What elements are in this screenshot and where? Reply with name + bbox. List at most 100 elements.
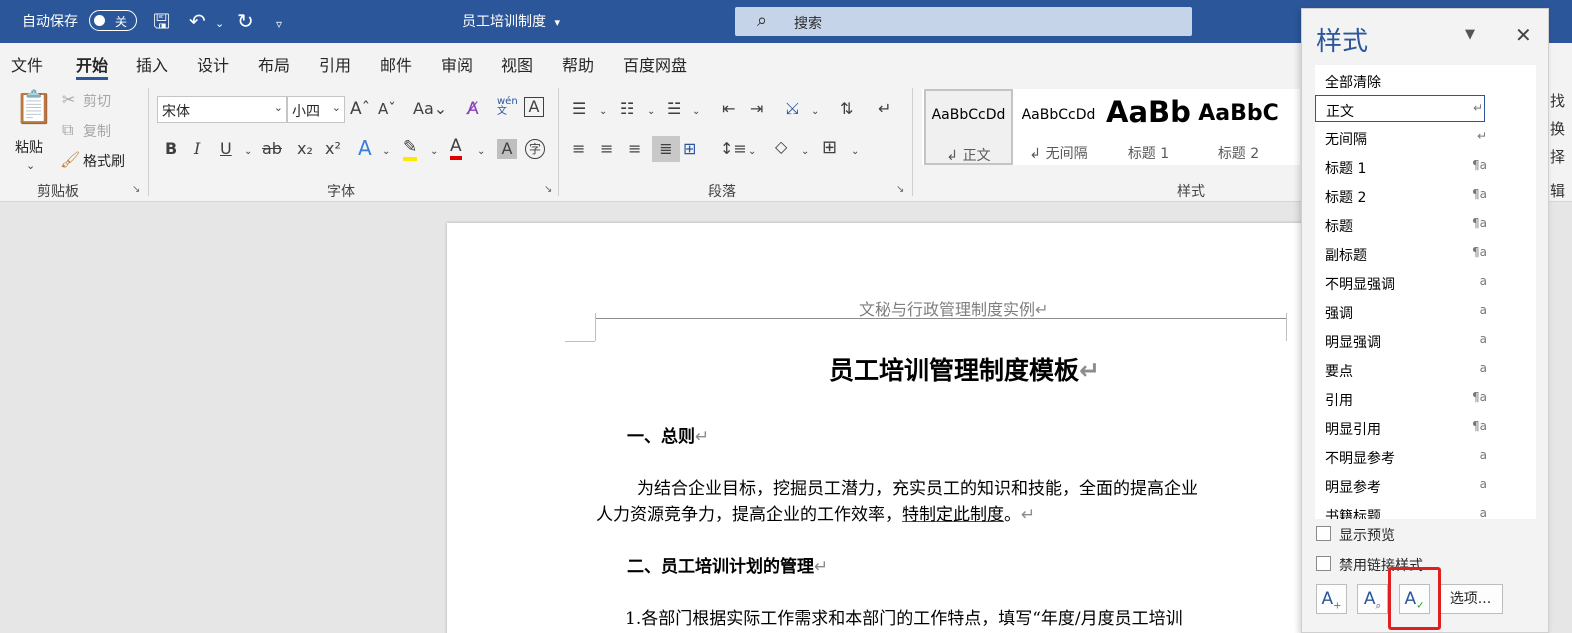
document-title[interactable]: 员工培训制度 ▾ bbox=[462, 11, 560, 31]
underline-icon[interactable]: U bbox=[220, 139, 232, 159]
chevron-down-icon[interactable]: ⌄ bbox=[748, 142, 756, 162]
line-spacing-icon[interactable]: ↕≡ bbox=[720, 139, 747, 159]
style-item-subtitle[interactable]: 副标题 ¶a bbox=[1315, 240, 1536, 267]
style-item-intense-emphasis[interactable]: 明显强调 a bbox=[1315, 327, 1536, 354]
increase-indent-icon[interactable]: ⇥ bbox=[750, 99, 763, 119]
numbering-icon[interactable]: ☷ bbox=[620, 99, 634, 119]
character-shading-icon[interactable]: A bbox=[497, 139, 517, 159]
show-preview-checkbox[interactable] bbox=[1316, 526, 1331, 541]
format-painter-icon[interactable]: 🖌 bbox=[60, 150, 80, 170]
style-item-intense-reference[interactable]: 明显参考 a bbox=[1315, 472, 1536, 499]
tab-review[interactable]: 审阅 bbox=[441, 52, 473, 76]
chevron-down-icon[interactable]: ⌄ bbox=[647, 102, 655, 122]
style-item-subtle-emphasis[interactable]: 不明显强调 a bbox=[1315, 269, 1536, 296]
options-button[interactable]: 选项... bbox=[1438, 584, 1503, 614]
pane-options-dropdown-icon[interactable]: ▼ bbox=[1465, 27, 1475, 42]
text-direction-icon[interactable]: ⤩ bbox=[786, 99, 799, 119]
tab-home[interactable]: 开始 bbox=[76, 52, 109, 80]
page-header-text[interactable]: 文秘与行政管理制度实例↵ bbox=[859, 296, 1048, 320]
tab-insert[interactable]: 插入 bbox=[136, 52, 168, 76]
font-launcher-icon[interactable]: ↘ bbox=[544, 184, 552, 195]
editing-replace-clipped[interactable]: 换 bbox=[1550, 118, 1565, 139]
highlight-icon[interactable]: ✎ bbox=[403, 137, 418, 161]
disable-linked-styles-checkbox[interactable] bbox=[1316, 556, 1331, 571]
document-page[interactable]: 文秘与行政管理制度实例↵ 员工培训管理制度模板↵ 一、总则↵ 为结合企业目标，挖… bbox=[447, 223, 1307, 633]
paragraph-launcher-icon[interactable]: ↘ bbox=[896, 184, 904, 195]
body-paragraph-line[interactable]: 人力资源竞争力，提高企业的工作效率，特制定此制度。↵ bbox=[596, 500, 1035, 525]
gallery-style-heading-1[interactable]: AaBb 标题 1 bbox=[1104, 89, 1193, 165]
tab-file[interactable]: 文件 bbox=[11, 52, 43, 76]
format-painter-button[interactable]: 格式刷 bbox=[83, 151, 125, 171]
tab-help[interactable]: 帮助 bbox=[562, 52, 594, 76]
bullets-icon[interactable]: ☰ bbox=[572, 99, 586, 119]
style-inspector-button[interactable]: A⌕ bbox=[1357, 584, 1388, 614]
enclose-character-icon[interactable]: 字 bbox=[525, 139, 545, 159]
style-item-no-spacing[interactable]: 无间隔 ↵ bbox=[1315, 124, 1536, 151]
chevron-down-icon[interactable]: ⌄ bbox=[382, 142, 390, 162]
customize-toolbar-icon[interactable]: ▿ bbox=[276, 12, 282, 36]
italic-icon[interactable]: I bbox=[194, 139, 200, 159]
cut-button[interactable]: 剪切 bbox=[83, 91, 111, 111]
align-center-icon[interactable]: ≡ bbox=[600, 139, 613, 159]
editing-select-clipped[interactable]: 择 bbox=[1550, 146, 1565, 167]
chevron-down-icon[interactable]: ⌄ bbox=[599, 102, 607, 122]
style-item-book-title[interactable]: 书籍标题 a bbox=[1315, 501, 1536, 519]
undo-dropdown-icon[interactable]: ⌄ bbox=[215, 12, 224, 36]
gallery-style-heading-2[interactable]: AaBbC 标题 2 bbox=[1194, 89, 1283, 165]
section-heading-2[interactable]: 二、员工培训计划的管理↵ bbox=[627, 552, 828, 577]
style-item-heading-2[interactable]: 标题 2 ¶a bbox=[1315, 182, 1536, 209]
strikethrough-icon[interactable]: ab bbox=[262, 139, 282, 159]
tab-layout[interactable]: 布局 bbox=[258, 52, 290, 76]
chevron-down-icon[interactable]: ⌄ bbox=[430, 142, 438, 162]
align-right-icon[interactable]: ≡ bbox=[628, 139, 641, 159]
search-box[interactable]: ⌕ 搜索 bbox=[735, 7, 1192, 36]
chevron-down-icon[interactable]: ⌄ bbox=[692, 102, 700, 122]
decrease-indent-icon[interactable]: ⇤ bbox=[722, 99, 735, 119]
character-border-icon[interactable]: A bbox=[524, 97, 544, 117]
subscript-icon[interactable]: x₂ bbox=[297, 139, 313, 159]
distributed-icon[interactable]: ⊞ bbox=[683, 139, 696, 159]
chevron-down-icon[interactable]: ⌄ bbox=[851, 142, 859, 162]
grow-font-icon[interactable]: Aˆ bbox=[350, 99, 370, 119]
font-size-combo[interactable]: 小四 ⌄ bbox=[287, 96, 345, 123]
tab-references[interactable]: 引用 bbox=[319, 52, 351, 76]
text-effects-icon[interactable]: A bbox=[358, 138, 372, 158]
save-icon[interactable]: 🖫 bbox=[153, 9, 170, 33]
paste-button[interactable]: 📋 粘贴 ⌄ bbox=[12, 88, 54, 172]
tab-mailings[interactable]: 邮件 bbox=[380, 52, 412, 76]
chevron-down-icon[interactable]: ⌄ bbox=[811, 102, 819, 122]
font-name-combo[interactable]: 宋体 ⌄ bbox=[157, 96, 287, 123]
body-paragraph-line[interactable]: 1.各部门根据实际工作需求和本部门的工作特点，填写“年度/月度员工培训 bbox=[625, 604, 1183, 629]
sort-icon[interactable]: ⇅ bbox=[840, 99, 853, 119]
autosave-toggle[interactable]: 关 bbox=[89, 10, 137, 31]
tab-baidu-netdisk[interactable]: 百度网盘 bbox=[623, 52, 687, 76]
style-item-title[interactable]: 标题 ¶a bbox=[1315, 211, 1536, 238]
bold-icon[interactable]: B bbox=[165, 139, 177, 159]
gallery-style-no-spacing[interactable]: AaBbCcDd ↲ 无间隔 bbox=[1014, 89, 1103, 165]
shrink-font-icon[interactable]: Aˇ bbox=[378, 99, 396, 119]
borders-icon[interactable]: ⊞ bbox=[822, 138, 837, 158]
close-icon[interactable]: ✕ bbox=[1515, 23, 1532, 47]
tab-design[interactable]: 设计 bbox=[197, 52, 229, 76]
gallery-style-normal[interactable]: AaBbCcDd ↲ 正文 bbox=[924, 89, 1013, 165]
clipboard-launcher-icon[interactable]: ↘ bbox=[132, 184, 140, 195]
new-style-button[interactable]: A+ bbox=[1316, 584, 1347, 614]
multilevel-list-icon[interactable]: ☱ bbox=[667, 99, 681, 119]
document-title-heading[interactable]: 员工培训管理制度模板↵ bbox=[829, 351, 1100, 387]
chevron-down-icon[interactable]: ⌄ bbox=[801, 142, 809, 162]
style-item-heading-1[interactable]: 标题 1 ¶a bbox=[1315, 153, 1536, 180]
redo-icon[interactable]: ↻ bbox=[237, 9, 254, 33]
copy-button[interactable]: 复制 bbox=[83, 121, 111, 141]
body-paragraph-line[interactable]: 为结合企业目标，挖掘员工潜力，充实员工的知识和技能，全面的提高企业 bbox=[637, 474, 1198, 499]
show-marks-icon[interactable]: ↵ bbox=[878, 99, 891, 119]
section-heading-1[interactable]: 一、总则↵ bbox=[627, 422, 709, 447]
style-item-subtle-reference[interactable]: 不明显参考 a bbox=[1315, 443, 1536, 470]
cut-icon[interactable]: ✂ bbox=[62, 90, 75, 110]
style-item-emphasis[interactable]: 强调 a bbox=[1315, 298, 1536, 325]
phonetic-guide-icon[interactable]: wén 文 bbox=[497, 97, 518, 117]
style-item-normal[interactable]: 正文 ↵ bbox=[1315, 95, 1485, 122]
justify-icon[interactable]: ≣ bbox=[652, 136, 680, 162]
style-item-clear-all[interactable]: 全部清除 bbox=[1315, 67, 1536, 94]
font-color-icon[interactable]: A bbox=[450, 136, 462, 160]
clear-formatting-icon[interactable]: A̸ bbox=[467, 99, 479, 119]
